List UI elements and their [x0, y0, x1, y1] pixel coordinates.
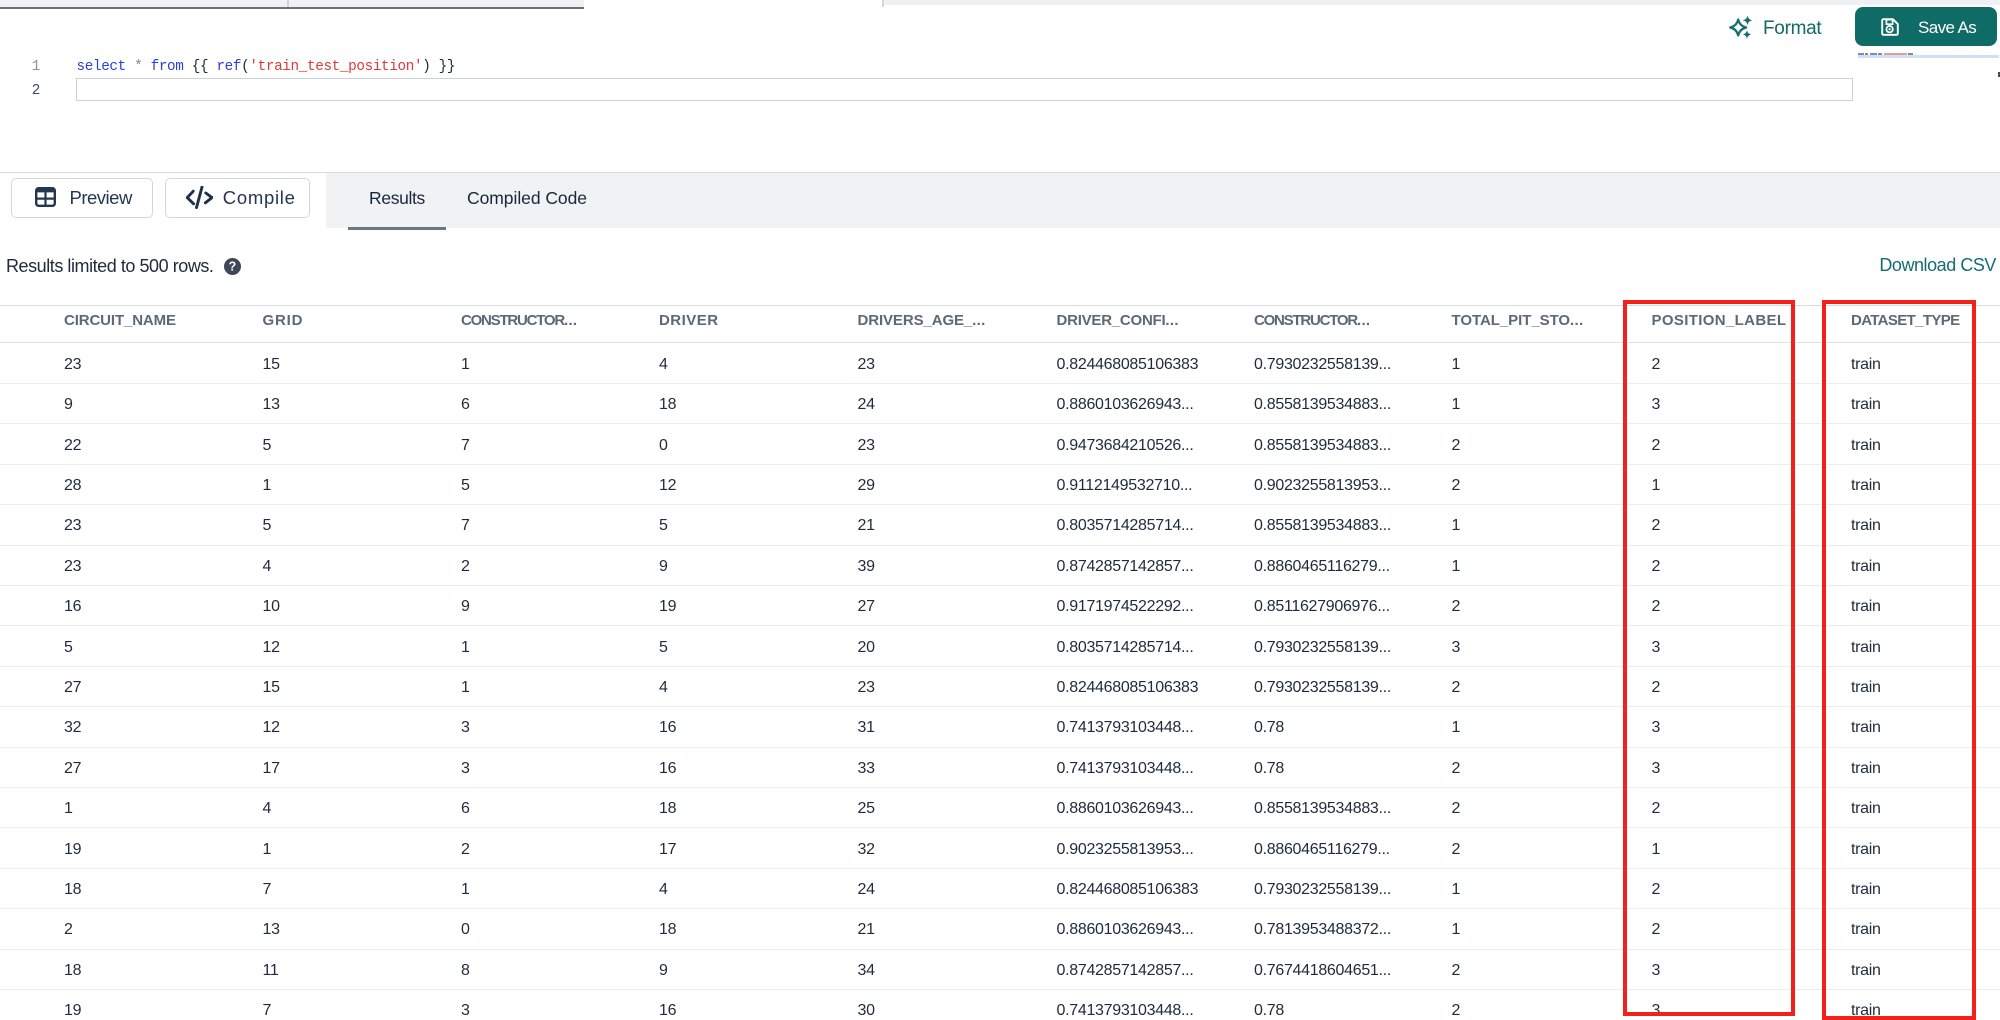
- svg-text:?: ?: [229, 260, 237, 274]
